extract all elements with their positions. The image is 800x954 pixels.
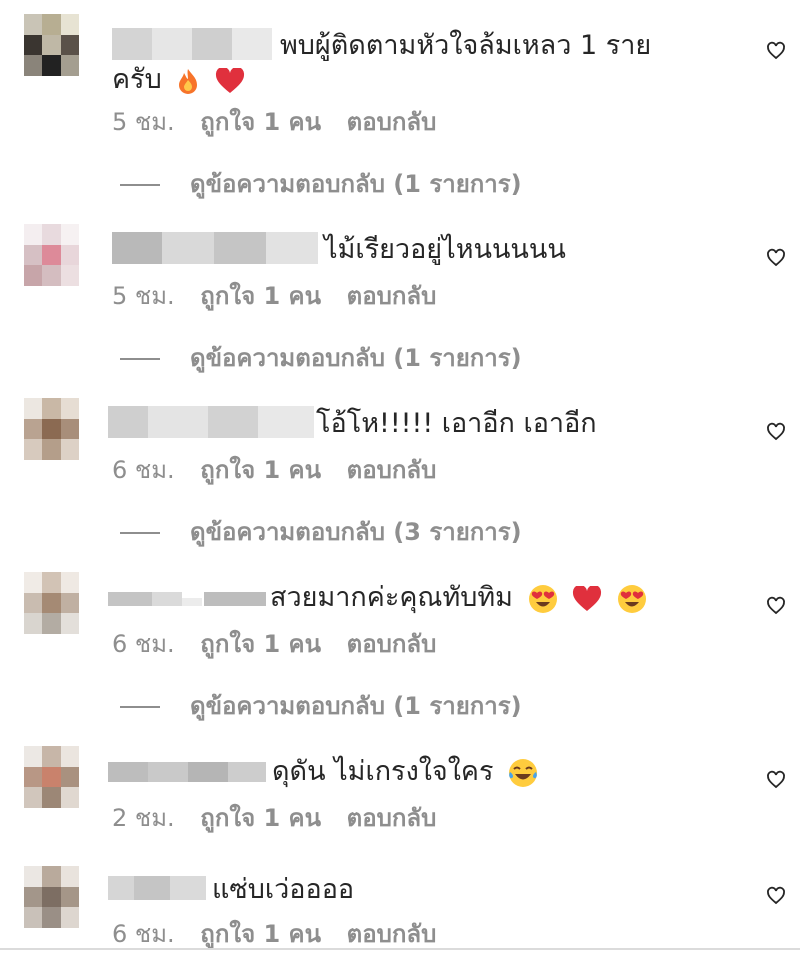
comment-time[interactable]: 6 ชม.: [112, 456, 175, 484]
avatar[interactable]: [24, 14, 79, 76]
comment-time[interactable]: 5 ชม.: [112, 108, 175, 136]
reply-button[interactable]: ตอบกลับ: [347, 804, 437, 832]
red-heart-emoji: [573, 585, 602, 611]
comment-text: สวยมากค่ะคุณทับทิม: [270, 580, 647, 616]
avatar[interactable]: [24, 572, 79, 634]
like-heart-icon[interactable]: [766, 886, 786, 906]
view-replies-button[interactable]: ดูข้อความตอบกลับ (1 รายการ): [120, 686, 522, 725]
likes-count[interactable]: ถูกใจ 1 คน: [200, 108, 321, 136]
comment-time[interactable]: 6 ชม.: [112, 630, 175, 658]
reply-button[interactable]: ตอบกลับ: [347, 456, 437, 484]
reply-button[interactable]: ตอบกลับ: [347, 630, 437, 658]
comment-text: ดุดัน ไม่เกรงใจใคร: [272, 754, 538, 790]
comment-text: โอ้โห!!!!! เอาอีก เอาอีก: [316, 408, 597, 439]
comment-time[interactable]: 5 ชม.: [112, 282, 175, 310]
like-heart-icon[interactable]: [766, 41, 786, 61]
comment-meta: 5 ชม. ถูกใจ 1 คน ตอบกลับ: [112, 276, 454, 315]
tears-of-joy-emoji: [509, 758, 538, 787]
avatar[interactable]: [24, 746, 79, 808]
comment-meta: 5 ชม. ถูกใจ 1 คน ตอบกลับ: [112, 102, 454, 141]
username-blurred[interactable]: [112, 28, 272, 60]
divider-dash: [120, 358, 160, 360]
username-blurred[interactable]: [108, 760, 266, 792]
like-heart-icon[interactable]: [766, 770, 786, 790]
username-blurred[interactable]: [108, 406, 314, 438]
reply-button[interactable]: ตอบกลับ: [347, 108, 437, 136]
divider-dash: [120, 532, 160, 534]
comment-text: ไม้เรียวอยู่ไหนนนนน: [324, 234, 566, 265]
reply-button[interactable]: ตอบกลับ: [347, 282, 437, 310]
like-heart-icon[interactable]: [766, 422, 786, 442]
divider-dash: [120, 184, 160, 186]
likes-count[interactable]: ถูกใจ 1 คน: [200, 804, 321, 832]
username-blurred[interactable]: [108, 584, 266, 616]
avatar[interactable]: [24, 224, 79, 286]
view-replies-button[interactable]: ดูข้อความตอบกลับ (1 รายการ): [120, 164, 522, 203]
likes-count[interactable]: ถูกใจ 1 คน: [200, 456, 321, 484]
heart-eyes-emoji: [617, 584, 646, 613]
bottom-divider: [0, 948, 800, 950]
divider-dash: [120, 706, 160, 708]
view-replies-button[interactable]: ดูข้อความตอบกลับ (3 รายการ): [120, 512, 522, 551]
comment-meta: 2 ชม. ถูกใจ 1 คน ตอบกลับ: [112, 798, 454, 837]
red-heart-emoji: [215, 67, 244, 93]
likes-count[interactable]: ถูกใจ 1 คน: [200, 282, 321, 310]
avatar[interactable]: [24, 398, 79, 460]
comment-time[interactable]: 6 ชม.: [112, 920, 175, 948]
username-blurred[interactable]: [108, 872, 206, 904]
likes-count[interactable]: ถูกใจ 1 คน: [200, 630, 321, 658]
likes-count[interactable]: ถูกใจ 1 คน: [200, 920, 321, 948]
comment-text: แซ่บเว่ออออ: [212, 874, 355, 905]
fire-emoji: [179, 68, 198, 94]
comment-meta: 6 ชม. ถูกใจ 1 คน ตอบกลับ: [112, 450, 454, 489]
comment-text: พบผู้ติดตามหัวใจล้มเหลว 1 ราย: [280, 30, 652, 61]
avatar[interactable]: [24, 866, 79, 928]
username-blurred[interactable]: [112, 232, 318, 264]
view-replies-button[interactable]: ดูข้อความตอบกลับ (1 รายการ): [120, 338, 522, 377]
heart-eyes-emoji: [528, 584, 557, 613]
comment-meta: 6 ชม. ถูกใจ 1 คน ตอบกลับ: [112, 624, 454, 663]
reply-button[interactable]: ตอบกลับ: [347, 920, 437, 948]
comment-time[interactable]: 2 ชม.: [112, 804, 175, 832]
comment-text-continued: ครับ: [112, 62, 245, 98]
like-heart-icon[interactable]: [766, 248, 786, 268]
like-heart-icon[interactable]: [766, 596, 786, 616]
